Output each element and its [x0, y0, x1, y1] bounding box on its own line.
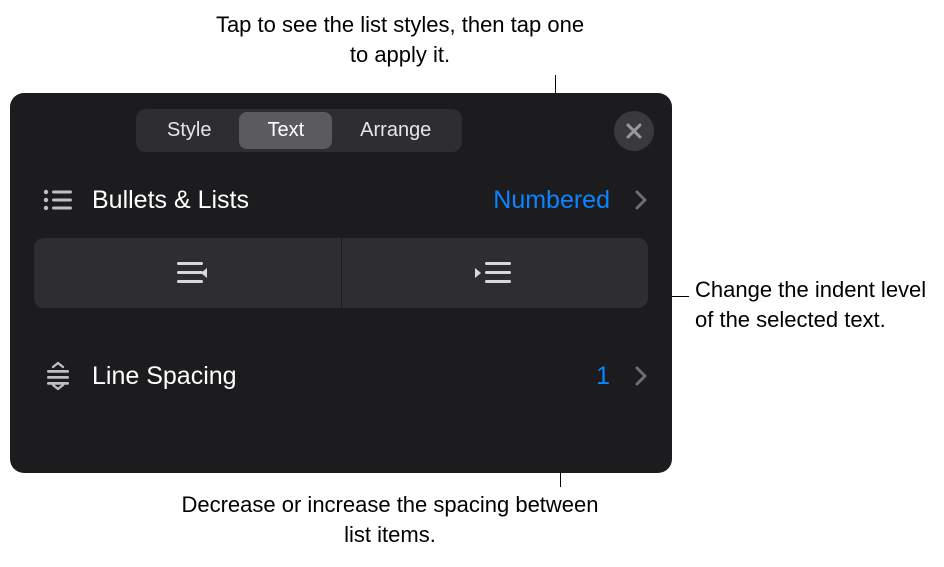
callout-line-spacing: Decrease or increase the spacing between…	[180, 490, 600, 549]
callout-indent-level: Change the indent level of the selected …	[695, 275, 935, 334]
tab-style[interactable]: Style	[139, 112, 239, 149]
indent-button[interactable]	[342, 238, 649, 308]
close-icon	[625, 122, 643, 140]
callout-list-styles: Tap to see the list styles, then tap one…	[210, 10, 590, 69]
line-spacing-row[interactable]: Line Spacing 1	[10, 330, 672, 410]
outdent-icon	[167, 259, 207, 287]
line-spacing-icon	[42, 360, 74, 392]
outdent-button[interactable]	[34, 238, 342, 308]
bullets-lists-label: Bullets & Lists	[92, 186, 249, 215]
line-spacing-label: Line Spacing	[92, 362, 237, 391]
tab-text[interactable]: Text	[239, 112, 332, 149]
indent-icon	[475, 259, 515, 287]
bullet-list-icon	[42, 184, 74, 216]
line-spacing-value: 1	[596, 362, 610, 391]
tab-arrange[interactable]: Arrange	[332, 112, 459, 149]
bullets-lists-value: Numbered	[493, 186, 610, 215]
callout-line	[672, 296, 689, 297]
close-button[interactable]	[614, 111, 654, 151]
format-tabs: Style Text Arrange	[136, 109, 462, 152]
chevron-right-icon	[634, 189, 648, 211]
format-panel: Style Text Arrange Bullets & Lists	[10, 93, 672, 473]
indent-controls	[10, 234, 672, 330]
chevron-right-icon	[634, 365, 648, 387]
bullets-lists-row[interactable]: Bullets & Lists Numbered	[10, 166, 672, 234]
format-panel-header: Style Text Arrange	[10, 93, 672, 166]
